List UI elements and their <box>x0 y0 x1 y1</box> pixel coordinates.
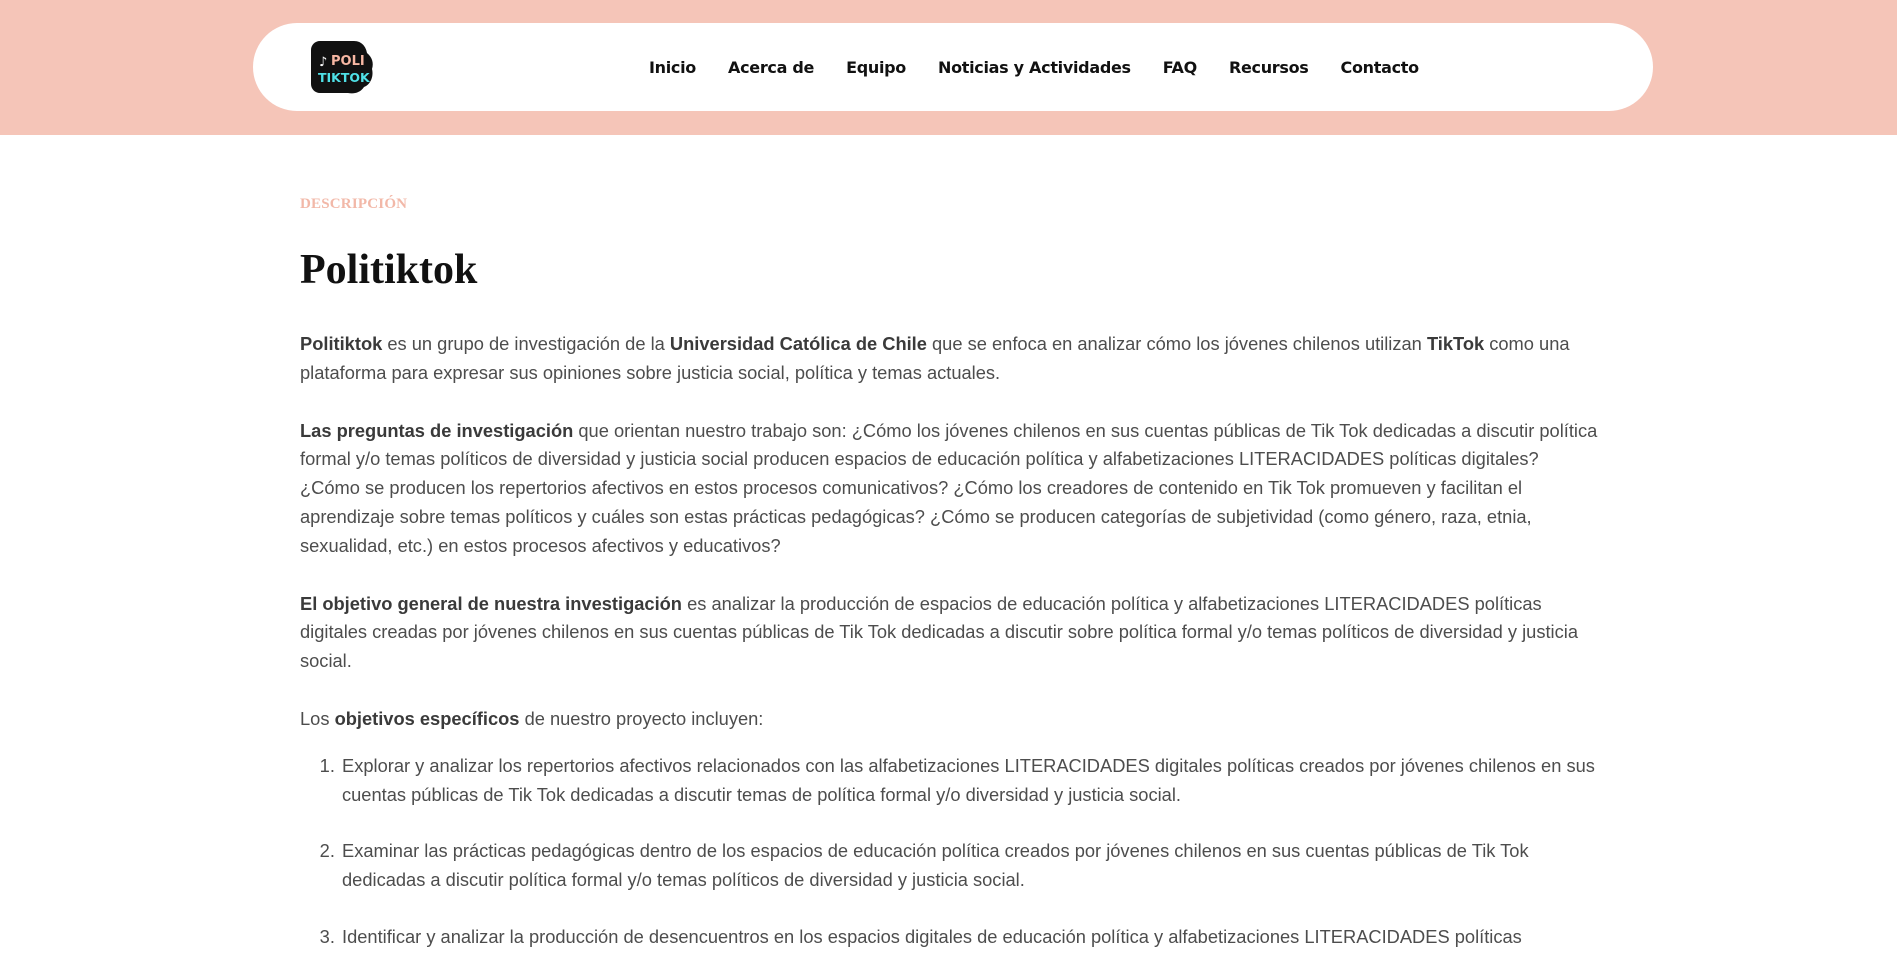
main-content: DESCRIPCIÓN Politiktok Politiktok es un … <box>300 196 1600 980</box>
specific-objectives-list: Explorar y analizar los repertorios afec… <box>300 752 1600 952</box>
logo-text-poli: POLI <box>331 54 365 69</box>
section-eyebrow: DESCRIPCIÓN <box>300 196 408 212</box>
navbar: ♪ POLI TIKTOK Inicio Acerca de Equipo No… <box>253 23 1653 111</box>
politiktok-logo-icon: ♪ POLI TIKTOK <box>311 41 373 94</box>
general-objective-paragraph: El objetivo general de nuestra investiga… <box>300 592 1578 672</box>
list-item: Identificar y analizar la producción de … <box>340 923 1600 952</box>
nav-inicio[interactable]: Inicio <box>649 58 696 77</box>
nav-recursos[interactable]: Recursos <box>1229 58 1309 77</box>
logo-text-tiktok: TIKTOK <box>318 70 371 85</box>
nav-contacto[interactable]: Contacto <box>1341 58 1420 77</box>
nav-equipo[interactable]: Equipo <box>846 58 906 77</box>
list-item: Examinar las prácticas pedagógicas dentr… <box>340 837 1600 895</box>
list-item: Explorar y analizar los repertorios afec… <box>340 752 1600 810</box>
research-questions-paragraph: Las preguntas de investigación que orien… <box>300 419 1598 556</box>
main-nav: Inicio Acerca de Equipo Noticias y Activ… <box>649 23 1419 111</box>
nav-noticias-actividades[interactable]: Noticias y Actividades <box>938 58 1131 77</box>
page-title: Politiktok <box>300 247 478 293</box>
nav-acerca-de[interactable]: Acerca de <box>728 58 814 77</box>
intro-paragraph: Politiktok es un grupo de investigación … <box>300 333 1570 383</box>
tiktok-note-icon: ♪ <box>319 55 327 70</box>
nav-faq[interactable]: FAQ <box>1163 58 1197 77</box>
site-logo[interactable]: ♪ POLI TIKTOK <box>310 39 374 95</box>
header-band: ♪ POLI TIKTOK Inicio Acerca de Equipo No… <box>0 0 1897 135</box>
specific-objectives-intro: Los objetivos específicos de nuestro pro… <box>300 707 764 729</box>
